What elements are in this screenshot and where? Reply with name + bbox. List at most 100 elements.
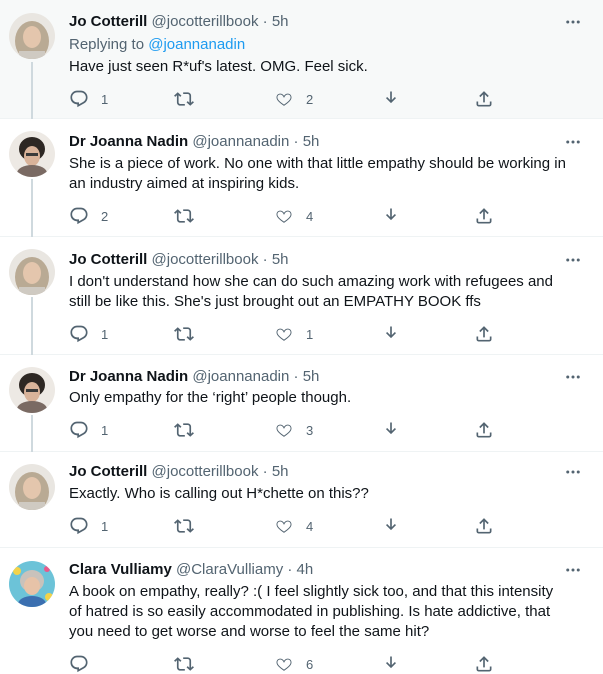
author-name[interactable]: Clara Vulliamy xyxy=(69,561,172,578)
reply-button[interactable] xyxy=(69,654,101,674)
more-options-button[interactable] xyxy=(563,250,583,270)
like-button[interactable]: 4 xyxy=(274,206,313,226)
like-button[interactable]: 1 xyxy=(274,324,313,344)
bookmark-button[interactable] xyxy=(381,206,401,226)
share-icon xyxy=(474,516,494,536)
retweet-button[interactable] xyxy=(174,420,206,440)
author-handle[interactable]: @jocotterillbook xyxy=(152,463,259,480)
timestamp[interactable]: 5h xyxy=(272,251,289,268)
tweet[interactable]: Clara Vulliamy @ClaraVulliamy · 4h A boo… xyxy=(0,548,603,664)
like-count: 1 xyxy=(306,326,314,342)
thread-line xyxy=(31,415,33,452)
avatar[interactable] xyxy=(9,249,55,295)
more-options-button[interactable] xyxy=(563,12,583,32)
reply-button[interactable]: 1 xyxy=(69,324,108,344)
retweet-icon xyxy=(174,89,194,109)
like-button[interactable]: 4 xyxy=(274,516,313,536)
like-count: 6 xyxy=(306,656,314,672)
share-icon xyxy=(474,324,494,344)
retweet-icon xyxy=(174,206,194,226)
timestamp[interactable]: 5h xyxy=(303,133,320,150)
like-icon xyxy=(274,516,294,536)
like-button[interactable]: 2 xyxy=(274,89,313,109)
tweet-text-line: still be like this. She's just brought o… xyxy=(69,293,481,310)
more-options-button[interactable] xyxy=(563,367,583,387)
share-button[interactable] xyxy=(474,89,494,109)
more-options-button[interactable] xyxy=(563,132,583,152)
reply-button[interactable]: 1 xyxy=(69,89,108,109)
retweet-button[interactable] xyxy=(174,516,206,536)
timestamp[interactable]: 5h xyxy=(272,463,289,480)
share-icon xyxy=(474,89,494,109)
tweet-text-line: of hatred is so easily accommodated in p… xyxy=(69,603,551,620)
separator-dot: · xyxy=(262,251,268,268)
more-options-button[interactable] xyxy=(563,462,583,482)
reply-count: 1 xyxy=(101,518,109,534)
avatar[interactable] xyxy=(9,367,55,413)
author-name[interactable]: Jo Cotterill xyxy=(69,463,147,480)
reply-icon xyxy=(69,654,89,674)
more-icon xyxy=(564,133,582,151)
author-name[interactable]: Dr Joanna Nadin xyxy=(69,368,188,385)
timestamp[interactable]: 5h xyxy=(272,13,289,30)
reply-icon xyxy=(69,516,89,536)
tweet-actions: 1 3 xyxy=(69,420,519,440)
reply-count: 2 xyxy=(101,208,109,224)
author-handle[interactable]: @jocotterillbook xyxy=(152,13,259,30)
tweet[interactable]: Dr Joanna Nadin @joannanadin · 5h Only e… xyxy=(0,355,603,452)
share-button[interactable] xyxy=(474,516,494,536)
avatar[interactable] xyxy=(9,131,55,177)
author-name[interactable]: Jo Cotterill xyxy=(69,13,147,30)
bookmark-button[interactable] xyxy=(381,516,401,536)
tweet[interactable]: Jo Cotterill @jocotterillbook · 5h Exact… xyxy=(0,452,603,548)
tweet-text: A book on empathy, really? :( I feel sli… xyxy=(69,582,579,642)
replying-handle-link[interactable]: @joannanadin xyxy=(148,36,245,53)
timestamp[interactable]: 4h xyxy=(297,561,314,578)
tweet-text: I don't understand how she can do such a… xyxy=(69,272,579,312)
retweet-button[interactable] xyxy=(174,89,206,109)
share-icon xyxy=(474,206,494,226)
bookmark-button[interactable] xyxy=(381,654,401,674)
retweet-button[interactable] xyxy=(174,654,206,674)
reply-button[interactable]: 2 xyxy=(69,206,108,226)
author-name[interactable]: Dr Joanna Nadin xyxy=(69,133,188,150)
share-icon xyxy=(474,420,494,440)
share-icon xyxy=(474,654,494,674)
bookmark-button[interactable] xyxy=(381,324,401,344)
like-button[interactable]: 6 xyxy=(274,654,313,674)
author-handle[interactable]: @ClaraVulliamy xyxy=(176,561,283,578)
tweet-actions: 1 4 xyxy=(69,516,519,536)
retweet-button[interactable] xyxy=(174,206,206,226)
more-options-button[interactable] xyxy=(563,560,583,580)
like-button[interactable]: 3 xyxy=(274,420,313,440)
bookmark-button[interactable] xyxy=(381,420,401,440)
author-handle[interactable]: @jocotterillbook xyxy=(152,251,259,268)
like-count: 4 xyxy=(306,208,314,224)
more-icon xyxy=(564,13,582,31)
author-name[interactable]: Jo Cotterill xyxy=(69,251,147,268)
share-button[interactable] xyxy=(474,420,494,440)
avatar[interactable] xyxy=(9,13,55,59)
tweet-text-line: Only empathy for the ‘right’ people thou… xyxy=(69,389,352,406)
tweet-text-line: She is a piece of work. No one with that… xyxy=(69,155,566,172)
retweet-button[interactable] xyxy=(174,324,206,344)
tweet-actions: 1 2 xyxy=(69,89,519,109)
tweet[interactable]: Jo Cotterill @jocotterillbook · 5h I don… xyxy=(0,237,603,355)
reply-button[interactable]: 1 xyxy=(69,420,108,440)
reply-button[interactable]: 1 xyxy=(69,516,108,536)
reply-icon xyxy=(69,89,89,109)
author-handle[interactable]: @joannanadin xyxy=(192,133,289,150)
tweet-text: Exactly. Who is calling out H*chette on … xyxy=(69,484,579,504)
author-handle[interactable]: @joannanadin xyxy=(192,368,289,385)
tweet-header: Dr Joanna Nadin @joannanadin · 5h xyxy=(69,132,563,152)
avatar[interactable] xyxy=(9,561,55,607)
share-button[interactable] xyxy=(474,206,494,226)
avatar[interactable] xyxy=(9,464,55,510)
bookmark-button[interactable] xyxy=(381,89,401,109)
tweet[interactable]: Dr Joanna Nadin @joannanadin · 5h She is… xyxy=(0,119,603,237)
timestamp[interactable]: 5h xyxy=(303,368,320,385)
share-button[interactable] xyxy=(474,324,494,344)
share-button[interactable] xyxy=(474,654,494,674)
tweet-text-line: Exactly. Who is calling out H*chette on … xyxy=(69,485,369,502)
tweet[interactable]: Jo Cotterill @jocotterillbook · 5h Reply… xyxy=(0,0,603,119)
